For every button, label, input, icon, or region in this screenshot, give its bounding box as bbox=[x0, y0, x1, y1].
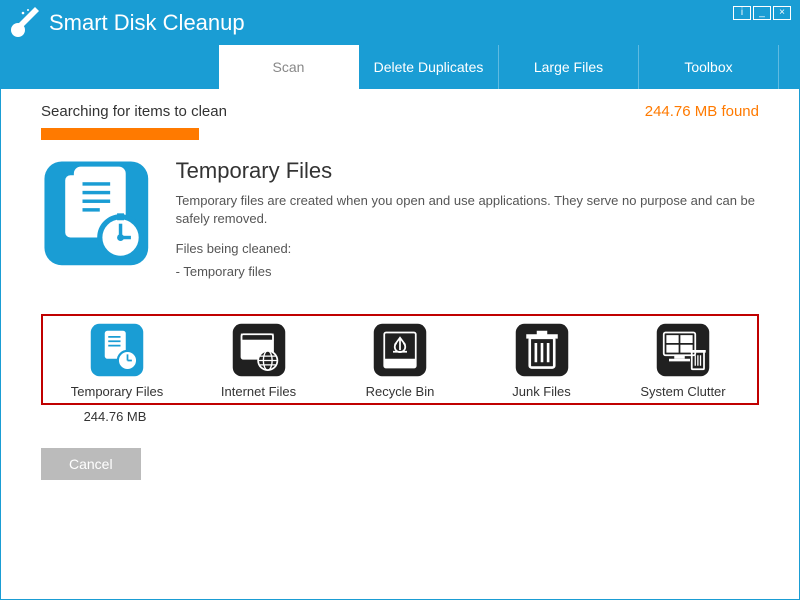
category-label: Junk Files bbox=[512, 384, 571, 399]
titlebar: Smart Disk Cleanup i _ × bbox=[1, 1, 799, 45]
app-title: Smart Disk Cleanup bbox=[49, 10, 733, 36]
detail-panel: Temporary Files Temporary files are crea… bbox=[41, 158, 759, 286]
status-text: Searching for items to clean bbox=[41, 103, 227, 120]
category-label: System Clutter bbox=[640, 384, 725, 399]
category-row: Temporary Files Internet Files Recycle B… bbox=[41, 314, 759, 405]
category-system-clutter[interactable]: System Clutter bbox=[613, 322, 753, 399]
category-label: Internet Files bbox=[221, 384, 296, 399]
detail-being-cleaned-item: - Temporary files bbox=[176, 263, 759, 281]
detail-title: Temporary Files bbox=[176, 158, 759, 184]
category-internet-files[interactable]: Internet Files bbox=[189, 322, 329, 399]
detail-description: Temporary files are created when you ope… bbox=[176, 192, 759, 228]
internet-files-icon bbox=[231, 322, 287, 378]
recycle-bin-icon bbox=[372, 322, 428, 378]
category-junk-files[interactable]: Junk Files bbox=[472, 322, 612, 399]
progress-bar bbox=[41, 128, 759, 140]
tab-toolbox[interactable]: Toolbox bbox=[639, 45, 779, 89]
category-recycle-bin[interactable]: Recycle Bin bbox=[330, 322, 470, 399]
detail-being-cleaned-label: Files being cleaned: bbox=[176, 240, 759, 258]
progress-fill bbox=[41, 128, 199, 140]
junk-files-icon bbox=[514, 322, 570, 378]
cancel-button[interactable]: Cancel bbox=[41, 448, 141, 480]
minimize-button[interactable]: _ bbox=[753, 6, 771, 20]
info-button[interactable]: i bbox=[733, 6, 751, 20]
detail-category-icon bbox=[41, 158, 152, 286]
tab-delete-duplicates[interactable]: Delete Duplicates bbox=[359, 45, 499, 89]
tab-large-files[interactable]: Large Files bbox=[499, 45, 639, 89]
content-area: Searching for items to clean 244.76 MB f… bbox=[1, 89, 799, 490]
tabbar: Scan Delete Duplicates Large Files Toolb… bbox=[1, 45, 799, 89]
system-clutter-icon bbox=[655, 322, 711, 378]
tab-scan[interactable]: Scan bbox=[219, 45, 359, 89]
category-label: Temporary Files bbox=[71, 384, 163, 399]
category-size-temp: 244.76 MB bbox=[45, 409, 185, 424]
category-label: Recycle Bin bbox=[366, 384, 435, 399]
app-logo-icon bbox=[9, 7, 41, 39]
temporary-files-icon bbox=[89, 322, 145, 378]
category-sizes-row: 244.76 MB bbox=[41, 409, 759, 424]
found-text: 244.76 MB found bbox=[645, 103, 759, 120]
window-controls: i _ × bbox=[733, 6, 791, 20]
category-temporary-files[interactable]: Temporary Files bbox=[47, 322, 187, 399]
close-button[interactable]: × bbox=[773, 6, 791, 20]
